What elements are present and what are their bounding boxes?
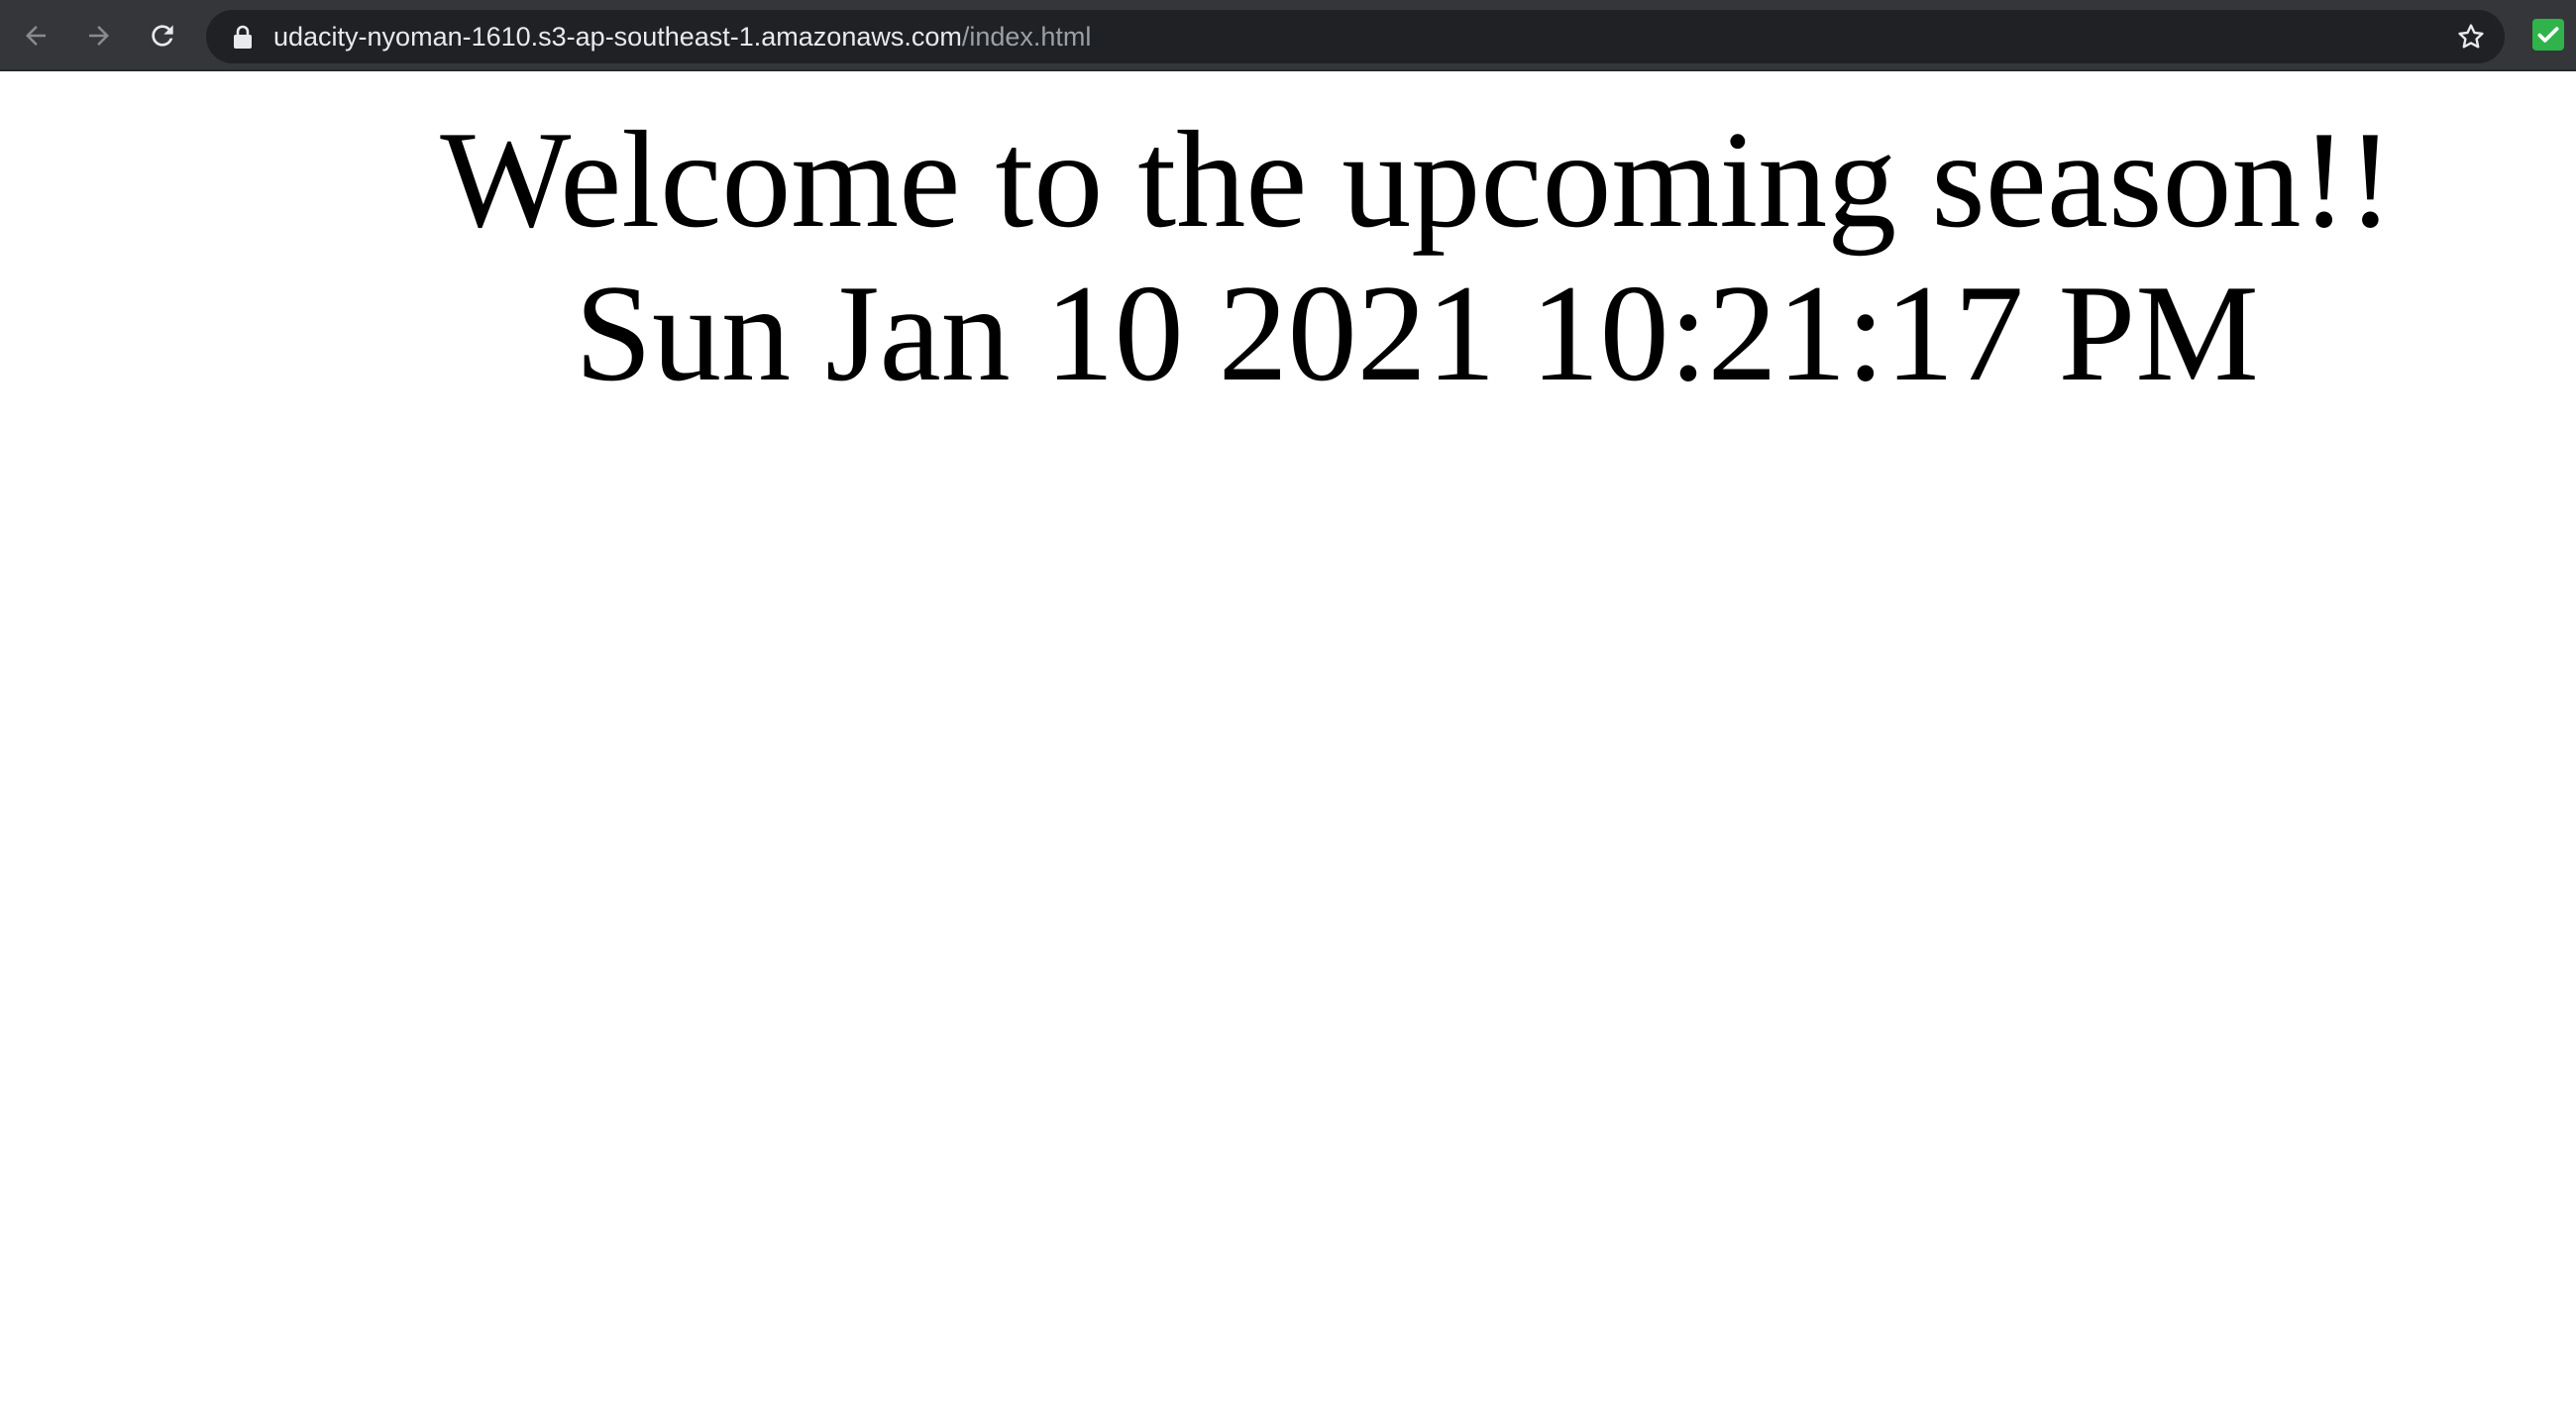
address-bar[interactable]: udacity-nyoman-1610.s3-ap-southeast-1.am… [206,10,2505,63]
browser-toolbar: udacity-nyoman-1610.s3-ap-southeast-1.am… [0,0,2576,71]
url-path: /index.html [961,22,1092,52]
welcome-heading: Welcome to the upcoming season!! [440,103,2394,257]
datetime-heading: Sun Jan 10 2021 10:21:17 PM [575,257,2259,410]
checkmark-extension-icon [2537,27,2559,43]
lock-icon[interactable] [232,25,254,49]
extension-button[interactable] [2532,19,2564,51]
reload-button[interactable] [139,12,186,59]
arrow-right-icon [89,26,109,46]
reload-icon [152,25,173,47]
arrow-left-icon [26,26,46,46]
page-content: Welcome to the upcoming season!! Sun Jan… [0,71,2576,1409]
forward-button[interactable] [75,12,123,59]
star-icon[interactable] [2455,21,2487,53]
back-button[interactable] [12,12,59,59]
url-host: udacity-nyoman-1610.s3-ap-southeast-1.am… [273,22,962,52]
url-text[interactable]: udacity-nyoman-1610.s3-ap-southeast-1.am… [273,10,1091,63]
